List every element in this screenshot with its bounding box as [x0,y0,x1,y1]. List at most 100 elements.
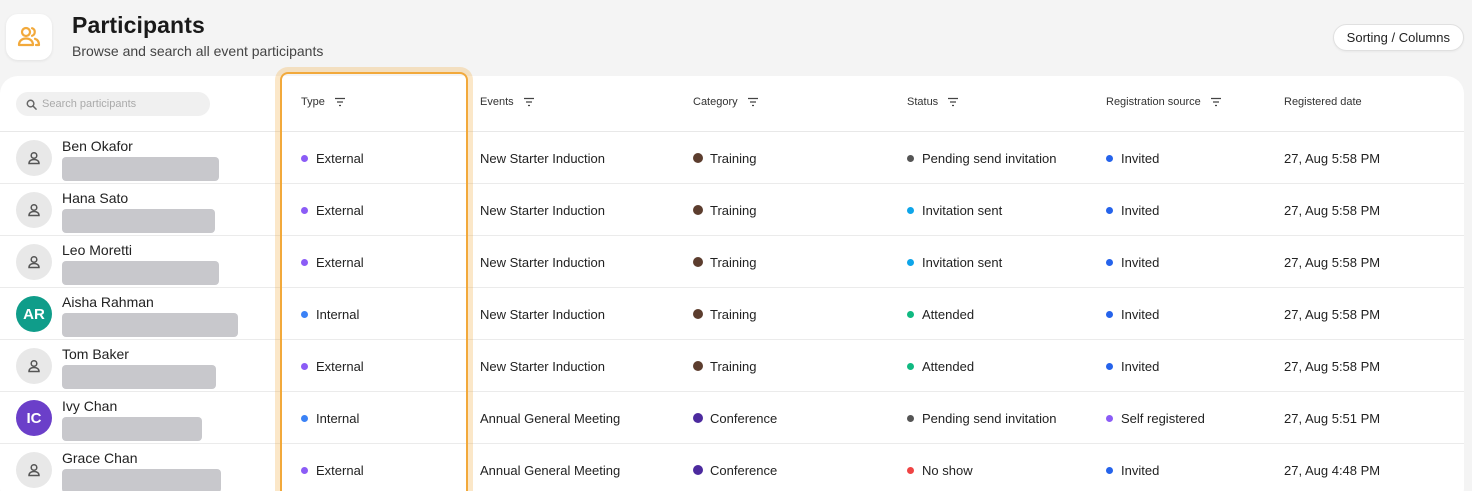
participant-name[interactable]: Aisha Rahman [62,294,154,310]
filter-icon[interactable] [1210,97,1222,107]
table-row[interactable]: Ben Okafor External New Starter Inductio… [0,132,1464,184]
participants-icon [17,26,41,47]
event-label: New Starter Induction [480,358,606,374]
avatar [16,452,52,488]
status-label: Attended [922,358,975,374]
source-dot [1106,206,1113,214]
status-dot [907,466,914,474]
status-dot [907,310,914,318]
table-row[interactable]: Leo Moretti External New Starter Inducti… [0,236,1464,288]
status-label: No show [922,462,973,478]
type-cell: Internal [301,288,359,340]
event-cell: New Starter Induction [480,236,605,288]
event-cell: New Starter Induction [480,288,605,340]
source-cell: Invited [1106,236,1159,288]
type-label: Internal [316,306,360,322]
event-label: New Starter Induction [480,254,606,270]
redacted-email [62,469,221,491]
event-cell: Annual General Meeting [480,392,620,444]
column-header-category[interactable]: Category [693,96,759,108]
person-icon [28,255,40,269]
table-row[interactable]: AR Aisha Rahman Internal New Starter Ind… [0,288,1464,340]
table-row[interactable]: Hana Sato External New Starter Induction… [0,184,1464,236]
participant-name[interactable]: Leo Moretti [62,242,132,258]
source-cell: Invited [1106,132,1159,184]
source-cell: Invited [1106,444,1159,491]
status-dot [907,362,914,370]
table-header: Type Events Category Status Registration… [0,76,1464,132]
avatar-initials: AR [23,305,45,323]
column-header-events[interactable]: Events [480,96,535,108]
type-cell: External [301,444,364,491]
event-cell: New Starter Induction [480,184,605,236]
event-cell: New Starter Induction [480,132,605,184]
registered-date: 27, Aug 5:58 PM [1284,358,1381,374]
registered-date: 27, Aug 5:58 PM [1284,254,1381,270]
table-row[interactable]: Grace Chan External Annual General Meeti… [0,444,1464,491]
category-cell: Conference [693,392,777,444]
source-dot [1106,466,1113,474]
category-cell: Conference [693,444,777,491]
column-header-status[interactable]: Status [907,96,959,108]
person-icon [28,359,40,373]
column-header-registered-date[interactable]: Registered date [1284,96,1362,108]
avatar [16,140,52,176]
type-cell: External [301,340,364,392]
person-icon [28,151,40,165]
type-cell: External [301,236,364,288]
event-label: Annual General Meeting [480,410,621,426]
app-icon [6,14,52,60]
date-cell: 27, Aug 5:58 PM [1284,236,1380,288]
source-label: Invited [1121,202,1160,218]
category-dot [693,361,703,371]
type-dot [301,414,308,422]
category-dot [693,465,703,475]
search-box[interactable] [16,92,210,116]
table-row[interactable]: IC Ivy Chan Internal Annual General Meet… [0,392,1464,444]
status-dot [907,154,914,162]
avatar [16,244,52,280]
column-header-type[interactable]: Type [301,96,346,108]
category-dot [693,309,703,319]
participant-name[interactable]: Tom Baker [62,346,129,362]
participant-name[interactable]: Hana Sato [62,190,128,206]
event-cell: New Starter Induction [480,340,605,392]
status-cell: Pending send invitation [907,392,1056,444]
participant-name[interactable]: Ben Okafor [62,138,133,154]
search-input[interactable] [42,98,202,110]
status-label: Pending send invitation [922,150,1057,166]
event-label: Annual General Meeting [480,462,621,478]
filter-icon[interactable] [747,97,759,107]
category-label: Training [710,150,757,166]
table-row[interactable]: Tom Baker External New Starter Induction… [0,340,1464,392]
participant-name[interactable]: Ivy Chan [62,398,117,414]
category-cell: Training [693,288,756,340]
status-dot [907,258,914,266]
source-label: Invited [1121,358,1160,374]
column-label: Status [907,96,939,108]
status-label: Attended [922,306,975,322]
status-cell: Attended [907,340,974,392]
source-dot [1106,414,1113,422]
filter-icon[interactable] [334,97,346,107]
source-dot [1106,154,1113,162]
registered-date: 27, Aug 5:58 PM [1284,150,1381,166]
registered-date: 27, Aug 5:51 PM [1284,410,1381,426]
status-dot [907,414,914,422]
column-header-registration-source[interactable]: Registration source [1106,96,1222,108]
status-dot [907,206,914,214]
type-dot [301,362,308,370]
registered-date: 27, Aug 5:58 PM [1284,306,1381,322]
page-title: Participants [72,12,205,38]
filter-icon[interactable] [523,97,535,107]
participant-name[interactable]: Grace Chan [62,450,137,466]
status-cell: Attended [907,288,974,340]
source-dot [1106,362,1113,370]
filter-icon[interactable] [947,97,959,107]
source-label: Invited [1121,462,1160,478]
avatar: IC [16,400,52,436]
redacted-email [62,157,219,181]
column-label: Category [693,96,738,108]
sorting-columns-button[interactable]: Sorting / Columns [1332,24,1464,51]
redacted-email [62,417,202,441]
